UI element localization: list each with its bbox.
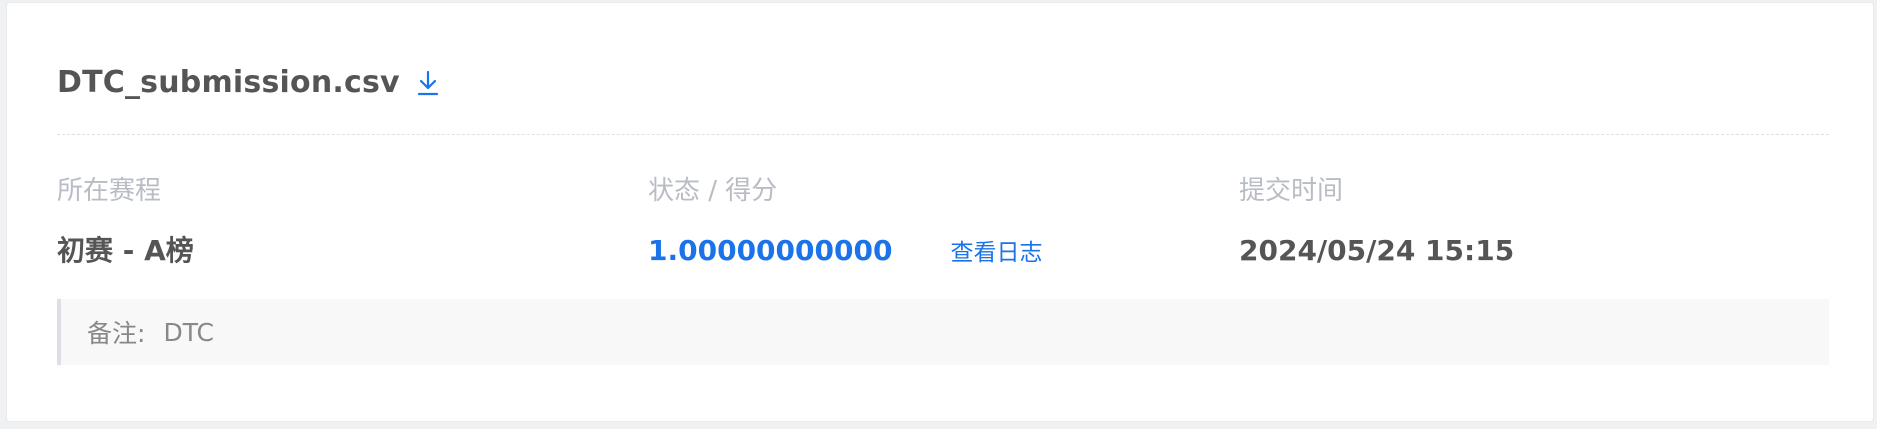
score-value: 1.00000000000 bbox=[648, 234, 893, 267]
stage-label: 所在赛程 bbox=[57, 176, 162, 206]
file-name: DTC_submission.csv bbox=[57, 65, 400, 100]
view-log-link[interactable]: 查看日志 bbox=[950, 230, 1042, 272]
note-value: DTC bbox=[163, 317, 214, 347]
header-divider bbox=[57, 134, 1829, 135]
time-column: 提交时间 2024/05/24 15:15 bbox=[1239, 174, 1514, 270]
time-value: 2024/05/24 15:15 bbox=[1239, 234, 1515, 267]
stage-column: 所在赛程 初赛 - A榜 bbox=[57, 174, 194, 270]
time-label: 提交时间 bbox=[1239, 176, 1344, 206]
note-box: 备注: DTC bbox=[57, 299, 1829, 365]
status-column: 状态 / 得分 1.00000000000 查看日志 bbox=[648, 174, 1042, 270]
stage-value: 初赛 - A榜 bbox=[57, 234, 194, 267]
submission-card: DTC_submission.csv 所在赛程 初赛 - A榜 状态 / 得分 … bbox=[6, 2, 1874, 422]
submission-header: DTC_submission.csv bbox=[57, 65, 442, 100]
score-row: 1.00000000000 查看日志 bbox=[648, 232, 1042, 270]
download-icon[interactable] bbox=[414, 68, 442, 98]
status-label: 状态 / 得分 bbox=[648, 176, 778, 206]
note-label: 备注: bbox=[87, 319, 146, 348]
